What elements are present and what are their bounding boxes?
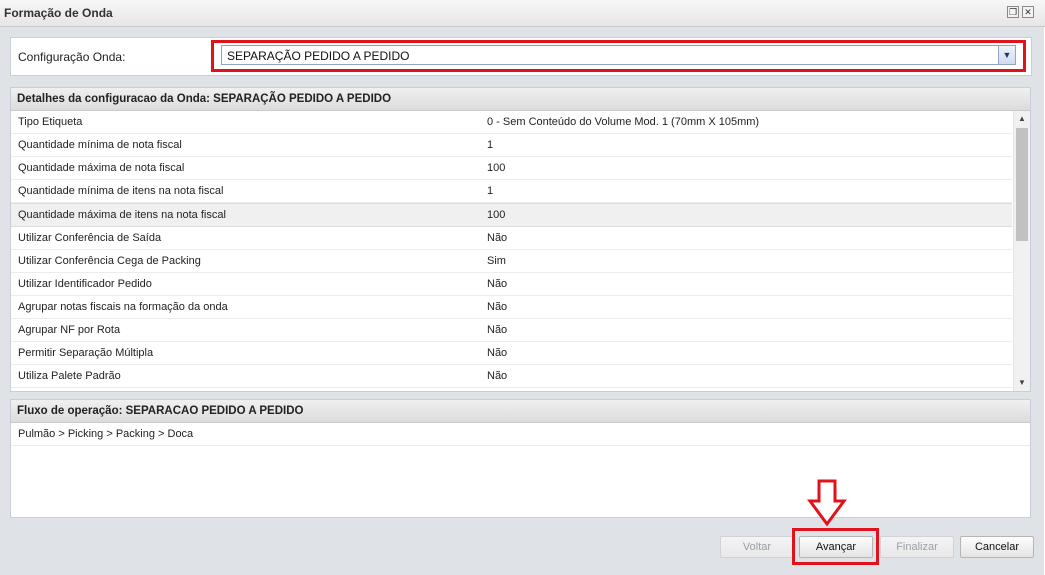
table-row[interactable]: Quantidade mínima de nota fiscal 1 xyxy=(11,134,1012,157)
row-value: Não xyxy=(487,232,508,244)
arrow-down-icon xyxy=(807,479,847,527)
row-value: Não xyxy=(487,278,508,290)
details-panel: Detalhes da configuracao da Onda: SEPARA… xyxy=(10,87,1031,392)
table-row[interactable]: Quantidade mínima de itens na nota fisca… xyxy=(11,180,1012,203)
row-key: Quantidade mínima de nota fiscal xyxy=(18,139,182,151)
row-key: Utilizar Conferência Cega de Packing xyxy=(18,255,201,267)
voltar-button[interactable]: Voltar xyxy=(720,536,794,558)
details-grid: Tipo Etiqueta 0 - Sem Conteúdo do Volume … xyxy=(11,111,1012,391)
table-row[interactable]: Quantidade máxima de nota fiscal 100 xyxy=(11,157,1012,180)
row-key: Quantidade máxima de nota fiscal xyxy=(18,162,185,174)
row-value: 1 xyxy=(487,185,494,197)
fluxo-path: Pulmão > Picking > Packing > Doca xyxy=(18,428,194,440)
table-row[interactable]: Quantidade máxima de itens na nota fisca… xyxy=(11,203,1012,227)
row-value: 100 xyxy=(487,209,506,221)
row-value: Não xyxy=(487,324,508,336)
row-value: Não xyxy=(487,347,508,359)
restore-icon[interactable]: ❐ xyxy=(1007,6,1019,18)
row-key: Quantidade mínima de itens na nota fisca… xyxy=(18,185,224,197)
row-key: Permitir Separação Múltipla xyxy=(18,347,154,359)
fluxo-panel: Fluxo de operação: SEPARACAO PEDIDO A PE… xyxy=(10,399,1031,518)
row-value: 1 xyxy=(487,139,494,151)
details-header: Detalhes da configuracao da Onda: SEPARA… xyxy=(11,88,1030,111)
highlight-box-select xyxy=(211,40,1026,72)
row-key: Tipo Etiqueta xyxy=(18,116,83,128)
scroll-thumb[interactable] xyxy=(1016,128,1028,241)
row-key: Utilizar Conferência de Saída xyxy=(18,232,162,244)
row-key: Agrupar NF por Rota xyxy=(18,324,121,336)
config-label: Configuração Onda: xyxy=(18,50,126,64)
details-scrollbar[interactable]: ▲ ▼ xyxy=(1013,111,1030,391)
window-title: Formação de Onda xyxy=(4,6,113,20)
table-row[interactable]: Faturamento por PaleteNão xyxy=(11,388,1012,391)
scroll-up-icon[interactable]: ▲ xyxy=(1014,111,1030,127)
highlight-box-avancar xyxy=(792,528,879,565)
table-row[interactable]: Utiliza Palete Padrão Não xyxy=(11,365,1012,388)
row-key: Agrupar notas fiscais na formação da ond… xyxy=(18,301,228,313)
cancelar-button[interactable]: Cancelar xyxy=(960,536,1034,558)
close-icon[interactable]: ✕ xyxy=(1022,6,1034,18)
table-row[interactable]: Utilizar Conferência de Saída Não xyxy=(11,227,1012,250)
table-row[interactable]: Permitir Separação Múltipla Não xyxy=(11,342,1012,365)
table-row[interactable]: Utilizar Identificador Pedido Não xyxy=(11,273,1012,296)
table-row[interactable]: Utilizar Conferência Cega de Packing Sim xyxy=(11,250,1012,273)
row-key: Quantidade máxima de itens na nota fisca… xyxy=(18,209,226,221)
row-value: Não xyxy=(487,370,508,382)
row-value: 100 xyxy=(487,162,506,174)
row-value: 0 - Sem Conteúdo do Volume Mod. 1 (70mm … xyxy=(487,116,760,128)
table-row[interactable]: Agrupar NF por Rota Não xyxy=(11,319,1012,342)
table-row[interactable]: Tipo Etiqueta 0 - Sem Conteúdo do Volume … xyxy=(11,111,1012,134)
table-row[interactable]: Agrupar notas fiscais na formação da ond… xyxy=(11,296,1012,319)
fluxo-row: Pulmão > Picking > Packing > Doca xyxy=(11,423,1030,446)
row-value: Não xyxy=(487,301,508,313)
scroll-down-icon[interactable]: ▼ xyxy=(1014,375,1030,391)
row-key: Utiliza Palete Padrão xyxy=(18,370,121,382)
row-key: Utilizar Identificador Pedido xyxy=(18,278,152,290)
fluxo-header: Fluxo de operação: SEPARACAO PEDIDO A PE… xyxy=(11,400,1030,423)
window-titlebar: Formação de Onda ❐ ✕ xyxy=(0,0,1045,27)
row-value: Sim xyxy=(487,255,506,267)
finalizar-button[interactable]: Finalizar xyxy=(880,536,954,558)
